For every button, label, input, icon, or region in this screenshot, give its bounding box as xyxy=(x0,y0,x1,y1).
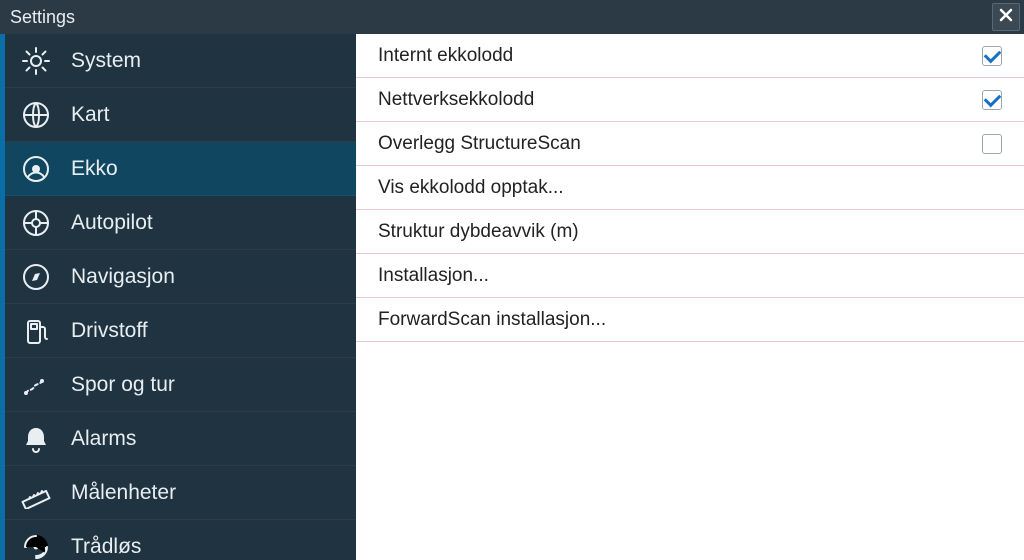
fuel-icon xyxy=(19,314,53,348)
setting-row-nettverk[interactable]: Nettverksekkolodd xyxy=(356,78,1024,122)
sidebar-item-label: Alarms xyxy=(71,427,136,451)
sidebar-item-label: Trådløs xyxy=(71,535,141,559)
sidebar-item-label: Navigasjon xyxy=(71,265,175,289)
sidebar-item-label: System xyxy=(71,49,141,73)
window-title: Settings xyxy=(10,7,75,28)
sidebar-item-tradlos[interactable]: Trådløs xyxy=(5,520,356,560)
gear-icon xyxy=(19,44,53,78)
sidebar-item-spor[interactable]: Spor og tur xyxy=(5,358,356,412)
wireless-icon xyxy=(19,530,53,560)
setting-label: Struktur dybdeavvik (m) xyxy=(378,221,579,243)
sidebar-item-alarms[interactable]: Alarms xyxy=(5,412,356,466)
setting-row-installasjon[interactable]: Installasjon... xyxy=(356,254,1024,298)
sidebar-item-label: Drivstoff xyxy=(71,319,148,343)
sidebar-item-navigasjon[interactable]: Navigasjon xyxy=(5,250,356,304)
settings-window: Settings System Kart Ekko Autopilot Navigasj… xyxy=(0,0,1024,560)
sidebar-item-label: Kart xyxy=(71,103,110,127)
close-button[interactable] xyxy=(992,3,1020,31)
checkbox-nettverk[interactable] xyxy=(982,90,1002,110)
close-icon xyxy=(998,7,1014,28)
setting-label: Internt ekkolodd xyxy=(378,45,513,67)
compass-icon xyxy=(19,260,53,294)
content-panel: Internt ekkolodd Nettverksekkolodd Overleg… xyxy=(356,34,1024,560)
setting-label: Installasjon... xyxy=(378,265,489,287)
setting-row-forwardscan[interactable]: ForwardScan installasjon... xyxy=(356,298,1024,342)
window-body: System Kart Ekko Autopilot Navigasjon Drivsto… xyxy=(0,34,1024,560)
setting-row-overlegg[interactable]: Overlegg StructureScan xyxy=(356,122,1024,166)
sidebar-item-autopilot[interactable]: Autopilot xyxy=(5,196,356,250)
sidebar: System Kart Ekko Autopilot Navigasjon Drivsto… xyxy=(0,34,356,560)
sonar-icon xyxy=(19,152,53,186)
titlebar: Settings xyxy=(0,0,1024,34)
setting-row-dybdeavvik[interactable]: Struktur dybdeavvik (m) xyxy=(356,210,1024,254)
globe-icon xyxy=(19,98,53,132)
setting-label: Nettverksekkolodd xyxy=(378,89,534,111)
sidebar-item-label: Spor og tur xyxy=(71,373,175,397)
sidebar-item-label: Målenheter xyxy=(71,481,176,505)
track-icon xyxy=(19,368,53,402)
sidebar-item-label: Autopilot xyxy=(71,211,153,235)
sidebar-item-system[interactable]: System xyxy=(5,34,356,88)
sidebar-item-malenheter[interactable]: Målenheter xyxy=(5,466,356,520)
sidebar-item-label: Ekko xyxy=(71,157,118,181)
checkbox-internt[interactable] xyxy=(982,46,1002,66)
sidebar-item-drivstoff[interactable]: Drivstoff xyxy=(5,304,356,358)
sidebar-item-kart[interactable]: Kart xyxy=(5,88,356,142)
checkbox-overlegg[interactable] xyxy=(982,134,1002,154)
ruler-icon xyxy=(19,476,53,510)
setting-label: ForwardScan installasjon... xyxy=(378,309,606,331)
setting-row-internt[interactable]: Internt ekkolodd xyxy=(356,34,1024,78)
setting-row-vis-opptak[interactable]: Vis ekkolodd opptak... xyxy=(356,166,1024,210)
setting-label: Overlegg StructureScan xyxy=(378,133,581,155)
bell-icon xyxy=(19,422,53,456)
sidebar-item-ekko[interactable]: Ekko xyxy=(5,142,356,196)
wheel-icon xyxy=(19,206,53,240)
setting-label: Vis ekkolodd opptak... xyxy=(378,177,564,199)
